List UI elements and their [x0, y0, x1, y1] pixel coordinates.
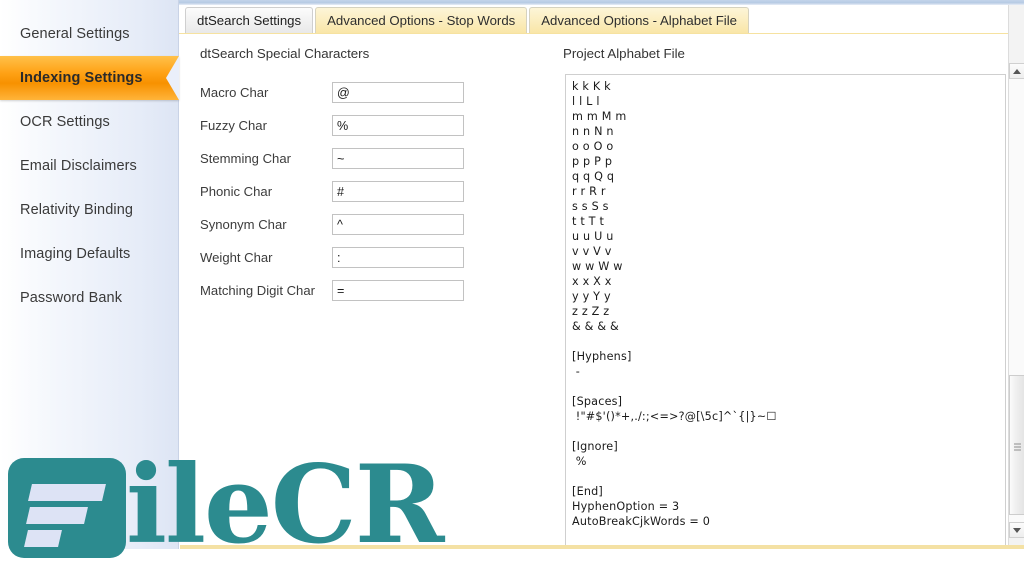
- project-alphabet-file-heading: Project Alphabet File: [563, 46, 685, 61]
- bottom-white-strip: [0, 549, 1024, 576]
- alphabet-file-content: k k K k l l L l m m M m n n N n o o O o …: [572, 80, 777, 528]
- field-row-fuzzy-char: Fuzzy Char: [200, 109, 545, 142]
- matching-digit-char-input[interactable]: [332, 280, 464, 301]
- tab-label: dtSearch Settings: [197, 13, 302, 28]
- tab-strip: dtSearch Settings Advanced Options - Sto…: [179, 5, 1024, 33]
- sidebar-item-indexing-settings[interactable]: Indexing Settings: [0, 56, 179, 100]
- sidebar-item-label: Password Bank: [20, 290, 123, 306]
- alphabet-file-textarea[interactable]: k k K k l l L l m m M m n n N n o o O o …: [565, 74, 1006, 568]
- stemming-char-input[interactable]: [332, 148, 464, 169]
- scroll-up-icon[interactable]: [1009, 63, 1024, 79]
- tab-dtsearch-settings[interactable]: dtSearch Settings: [185, 7, 314, 33]
- special-characters-heading: dtSearch Special Characters: [200, 46, 370, 61]
- scrollbar-thumb[interactable]: [1009, 375, 1024, 515]
- triangle-up-icon: [1013, 68, 1021, 74]
- tab-label: Advanced Options - Stop Words: [327, 13, 516, 28]
- stemming-char-label: Stemming Char: [200, 151, 291, 166]
- sidebar-item-label: Indexing Settings: [20, 70, 143, 86]
- field-row-synonym-char: Synonym Char: [200, 208, 545, 241]
- sidebar-item-general-settings[interactable]: General Settings: [0, 12, 179, 56]
- sidebar-item-label: OCR Settings: [20, 114, 110, 130]
- macro-char-input[interactable]: [332, 82, 464, 103]
- sidebar-item-email-disclaimers[interactable]: Email Disclaimers: [0, 144, 179, 188]
- field-row-phonic-char: Phonic Char: [200, 175, 545, 208]
- special-characters-form: Macro Char Fuzzy Char Stemming Char Phon…: [200, 76, 545, 307]
- sidebar-item-relativity-binding[interactable]: Relativity Binding: [0, 188, 179, 232]
- field-row-stemming-char: Stemming Char: [200, 142, 545, 175]
- settings-window: General Settings Indexing Settings OCR S…: [0, 0, 1024, 576]
- fuzzy-char-label: Fuzzy Char: [200, 118, 267, 133]
- grip-icon: [1014, 442, 1021, 451]
- weight-char-input[interactable]: [332, 247, 464, 268]
- phonic-char-label: Phonic Char: [200, 184, 273, 199]
- field-row-macro-char: Macro Char: [200, 76, 545, 109]
- page-scrollbar[interactable]: [1008, 5, 1024, 560]
- weight-char-label: Weight Char: [200, 250, 273, 265]
- scrollbar-track[interactable]: [1009, 79, 1024, 522]
- tab-advanced-options-alphabet-file[interactable]: Advanced Options - Alphabet File: [529, 7, 749, 33]
- fuzzy-char-input[interactable]: [332, 115, 464, 136]
- sidebar-item-label: Relativity Binding: [20, 202, 134, 218]
- settings-sidebar: General Settings Indexing Settings OCR S…: [0, 0, 179, 576]
- field-row-weight-char: Weight Char: [200, 241, 545, 274]
- sidebar-item-ocr-settings[interactable]: OCR Settings: [0, 100, 179, 144]
- macro-char-label: Macro Char: [200, 85, 269, 100]
- settings-content-panel: dtSearch Special Characters Project Alph…: [180, 34, 1008, 576]
- tab-list: dtSearch Settings Advanced Options - Sto…: [185, 5, 751, 33]
- sidebar-item-password-bank[interactable]: Password Bank: [0, 276, 179, 320]
- field-row-matching-digit-char: Matching Digit Char: [200, 274, 545, 307]
- sidebar-item-label: General Settings: [20, 26, 130, 42]
- synonym-char-input[interactable]: [332, 214, 464, 235]
- tab-advanced-options-stop-words[interactable]: Advanced Options - Stop Words: [315, 7, 528, 33]
- matching-digit-char-label: Matching Digit Char: [200, 283, 315, 298]
- triangle-down-icon: [1013, 527, 1021, 533]
- sidebar-item-label: Email Disclaimers: [20, 158, 137, 174]
- sidebar-item-label: Imaging Defaults: [20, 246, 131, 262]
- tab-label: Advanced Options - Alphabet File: [541, 13, 737, 28]
- phonic-char-input[interactable]: [332, 181, 464, 202]
- sidebar-item-imaging-defaults[interactable]: Imaging Defaults: [0, 232, 179, 276]
- sidebar-item-list: General Settings Indexing Settings OCR S…: [0, 12, 179, 320]
- scroll-down-icon[interactable]: [1009, 522, 1024, 538]
- synonym-char-label: Synonym Char: [200, 217, 287, 232]
